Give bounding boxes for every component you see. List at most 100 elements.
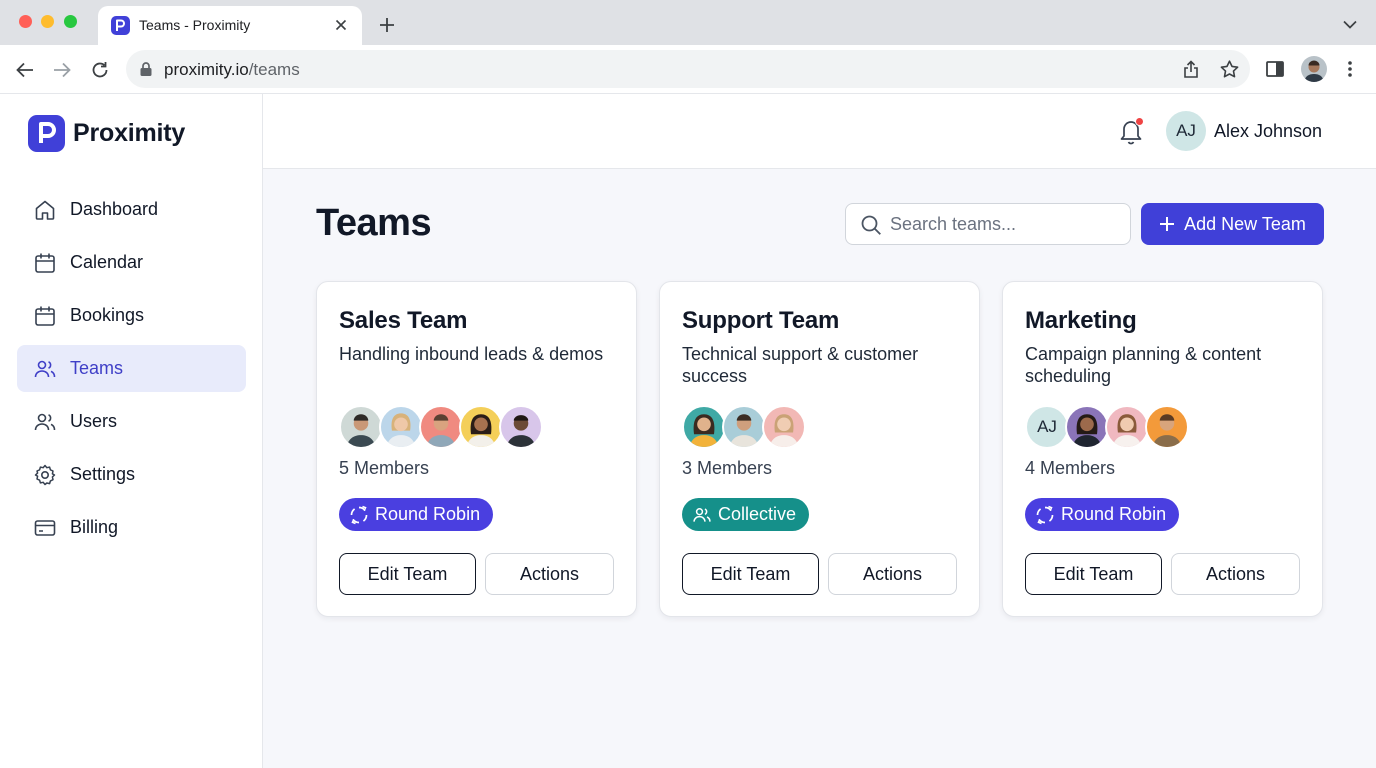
favicon-icon bbox=[111, 16, 130, 35]
edit-team-button[interactable]: Edit Team bbox=[682, 553, 819, 595]
actions-button[interactable]: Actions bbox=[1171, 553, 1300, 595]
scheduling-type-badge: Collective bbox=[682, 498, 810, 531]
sidebar: Proximity Dashboard Calendar Bookings Te… bbox=[0, 94, 263, 768]
close-tab-icon[interactable] bbox=[330, 14, 352, 36]
calendar-icon bbox=[35, 306, 55, 326]
sidebar-item-label: Settings bbox=[70, 464, 136, 484]
sidebar-item-label: Teams bbox=[70, 358, 124, 378]
edit-team-button[interactable]: Edit Team bbox=[339, 553, 476, 595]
lock-icon bbox=[140, 62, 152, 76]
address-bar[interactable]: proximity.io/teams bbox=[126, 50, 1250, 88]
tab-title: Teams - Proximity bbox=[139, 17, 251, 33]
team-card-support: Support Team Technical support & custome… bbox=[659, 281, 980, 617]
actions-button[interactable]: Actions bbox=[828, 553, 957, 595]
sidebar-item-bookings[interactable]: Bookings bbox=[17, 292, 246, 339]
sidebar-item-settings[interactable]: Settings bbox=[17, 451, 246, 498]
users-icon bbox=[34, 360, 56, 377]
search-icon bbox=[861, 215, 881, 235]
sidebar-item-users[interactable]: Users bbox=[17, 398, 246, 445]
sidebar-item-label: Users bbox=[70, 411, 118, 431]
team-name: Support Team bbox=[682, 307, 840, 334]
scheduling-type-badge: Round Robin bbox=[1025, 498, 1180, 531]
sidebar-item-dashboard[interactable]: Dashboard bbox=[17, 186, 246, 233]
badge-label: Collective bbox=[718, 504, 797, 524]
sidebar-item-calendar[interactable]: Calendar bbox=[17, 239, 246, 286]
sidebar-item-label: Dashboard bbox=[70, 199, 159, 219]
bookmark-star-icon[interactable] bbox=[1218, 58, 1240, 80]
add-new-team-button[interactable]: Add New Team bbox=[1141, 203, 1324, 245]
notification-dot bbox=[1135, 117, 1144, 126]
search-box[interactable] bbox=[845, 203, 1131, 245]
member-avatar[interactable] bbox=[1065, 405, 1109, 449]
member-avatar[interactable] bbox=[762, 405, 806, 449]
team-description: Handling inbound leads & demos bbox=[339, 344, 604, 364]
member-avatars bbox=[682, 405, 806, 449]
sidebar-item-teams[interactable]: Teams bbox=[17, 345, 246, 392]
member-avatars bbox=[339, 405, 543, 449]
round-robin-icon bbox=[350, 505, 368, 524]
member-avatar[interactable]: AJ bbox=[1025, 405, 1069, 449]
calendar-icon bbox=[35, 253, 55, 273]
member-avatar[interactable] bbox=[379, 405, 423, 449]
member-avatar[interactable] bbox=[682, 405, 726, 449]
member-avatar[interactable] bbox=[722, 405, 766, 449]
user-avatar[interactable]: AJ bbox=[1166, 111, 1206, 151]
member-count: 4 Members bbox=[1025, 458, 1116, 478]
browser-tab[interactable]: Teams - Proximity bbox=[98, 6, 362, 45]
edit-team-button[interactable]: Edit Team bbox=[1025, 553, 1162, 595]
member-avatar[interactable] bbox=[1145, 405, 1189, 449]
member-avatar[interactable] bbox=[419, 405, 463, 449]
close-window-button[interactable] bbox=[19, 15, 32, 28]
brand[interactable]: Proximity bbox=[28, 114, 185, 152]
user-name[interactable]: Alex Johnson bbox=[1214, 121, 1322, 142]
member-count: 3 Members bbox=[682, 458, 773, 478]
browser-toolbar: proximity.io/teams bbox=[0, 45, 1376, 94]
team-card-marketing: Marketing Campaign planning & content sc… bbox=[1002, 281, 1323, 617]
member-avatar[interactable] bbox=[1105, 405, 1149, 449]
round-robin-icon bbox=[1036, 505, 1054, 524]
add-new-team-label: Add New Team bbox=[1184, 213, 1306, 234]
share-icon[interactable] bbox=[1180, 58, 1202, 80]
side-panel-icon[interactable] bbox=[1263, 57, 1287, 81]
more-menu-icon[interactable] bbox=[1338, 57, 1362, 81]
sidebar-item-label: Billing bbox=[70, 517, 119, 537]
url-text: proximity.io/teams bbox=[164, 60, 300, 79]
maximize-window-button[interactable] bbox=[64, 15, 77, 28]
browser-tab-bar: Teams - Proximity bbox=[0, 0, 1376, 45]
sidebar-item-label: Bookings bbox=[70, 305, 145, 325]
badge-label: Round Robin bbox=[1061, 504, 1167, 524]
gear-icon bbox=[34, 464, 56, 485]
member-avatar[interactable] bbox=[499, 405, 543, 449]
team-name: Sales Team bbox=[339, 307, 468, 334]
team-description: Campaign planning & content scheduling bbox=[1025, 344, 1262, 386]
member-avatars: AJ bbox=[1025, 405, 1189, 449]
brand-name: Proximity bbox=[73, 118, 186, 147]
search-input[interactable] bbox=[890, 205, 1120, 243]
home-icon bbox=[35, 200, 55, 220]
sidebar-item-label: Calendar bbox=[70, 252, 144, 272]
scheduling-type-badge: Round Robin bbox=[339, 498, 494, 531]
main-content: Teams Add New Team Sales Team Handling i… bbox=[263, 169, 1376, 768]
users-icon bbox=[34, 413, 56, 430]
plus-icon bbox=[1160, 217, 1175, 231]
profile-avatar[interactable] bbox=[1301, 56, 1327, 82]
actions-button[interactable]: Actions bbox=[485, 553, 614, 595]
users-icon bbox=[693, 507, 711, 522]
minimize-window-button[interactable] bbox=[41, 15, 54, 28]
member-avatar[interactable] bbox=[339, 405, 383, 449]
new-tab-icon[interactable] bbox=[375, 13, 399, 37]
reload-icon[interactable] bbox=[87, 57, 113, 83]
chevron-down-icon[interactable] bbox=[1340, 14, 1360, 34]
top-header: AJ Alex Johnson bbox=[263, 94, 1376, 169]
credit-card-icon bbox=[34, 519, 56, 536]
sidebar-nav: Dashboard Calendar Bookings Teams Users … bbox=[17, 186, 246, 557]
forward-arrow-icon[interactable] bbox=[49, 57, 75, 83]
notification-bell-button[interactable] bbox=[1117, 116, 1145, 146]
member-avatar[interactable] bbox=[459, 405, 503, 449]
team-name: Marketing bbox=[1025, 307, 1137, 334]
proximity-logo-icon bbox=[28, 114, 65, 152]
back-arrow-icon[interactable] bbox=[12, 57, 38, 83]
badge-label: Round Robin bbox=[375, 504, 481, 524]
page-title: Teams bbox=[316, 202, 432, 244]
sidebar-item-billing[interactable]: Billing bbox=[17, 504, 246, 551]
